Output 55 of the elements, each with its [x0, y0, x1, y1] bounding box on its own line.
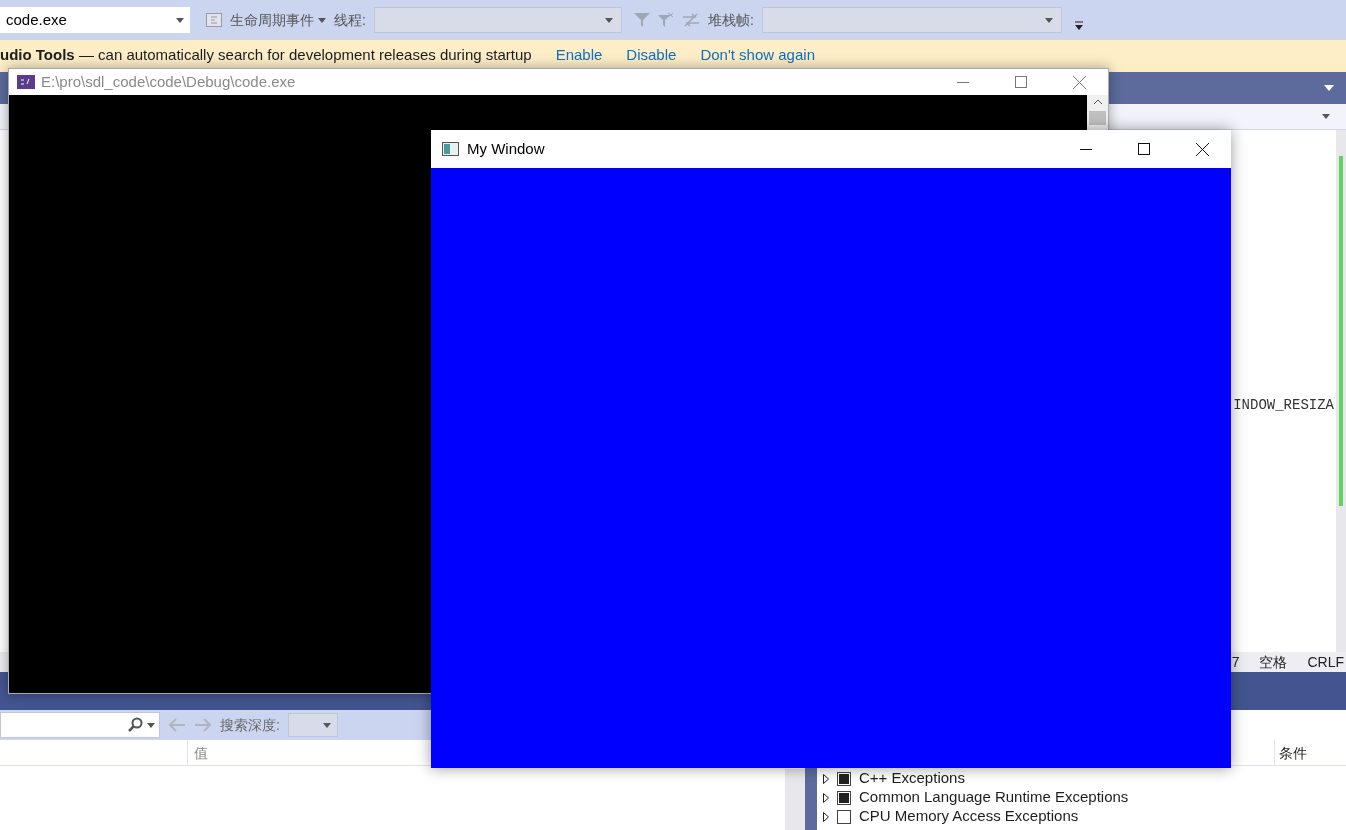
search-depth-dropdown[interactable] — [287, 713, 338, 737]
expand-arrow-icon[interactable] — [823, 811, 829, 822]
info-link[interactable]: Enable — [555, 44, 603, 67]
expand-arrow-icon[interactable] — [823, 773, 829, 784]
dropdown-caret-icon — [322, 722, 331, 728]
caret-icon — [318, 17, 326, 23]
search-field[interactable] — [0, 712, 160, 738]
forward-arrow-icon[interactable] — [194, 718, 212, 732]
expand-arrow-icon[interactable] — [823, 792, 829, 803]
column-header[interactable]: 值 — [188, 740, 214, 765]
tab-menu-caret-icon[interactable] — [1324, 85, 1334, 91]
checkbox[interactable] — [837, 809, 851, 824]
stack-frame-label: 堆栈帧: — [707, 10, 754, 30]
search-icon — [127, 717, 143, 733]
filter-icon[interactable] — [633, 12, 650, 28]
thread-dropdown[interactable] — [373, 7, 622, 33]
window-icon — [442, 142, 459, 156]
exception-label: Common Language Runtime Exceptions — [859, 787, 1129, 808]
column-header[interactable]: 条件 — [1274, 740, 1346, 765]
filter-remove-icon[interactable] — [657, 12, 674, 28]
panel-splitter[interactable] — [785, 769, 805, 830]
dropdown-caret-icon — [1322, 114, 1330, 119]
search-depth-label: 搜索深度: — [220, 715, 280, 735]
info-message: udio Tools — can automatically search for development releases during startup — [0, 45, 532, 65]
status-item: 7 — [1231, 652, 1240, 672]
overflow-icon[interactable] — [1073, 21, 1084, 31]
dropdown-caret-icon — [604, 17, 613, 23]
dropdown-caret-icon — [176, 17, 184, 23]
stack-frame-dropdown[interactable] — [761, 7, 1062, 33]
window-title: My Window — [467, 138, 545, 159]
thread-label: 线程: — [334, 10, 366, 30]
info-link[interactable]: Don't show again — [700, 44, 815, 67]
dropdown-caret-icon — [147, 722, 155, 728]
exception-label: CPU Memory Access Exceptions — [859, 806, 1079, 827]
vertical-scrollbar[interactable] — [1336, 130, 1346, 652]
status-item: CRLF — [1307, 652, 1344, 672]
maximize-icon — [1138, 143, 1150, 155]
code-line: INDOW_RESIZA — [1233, 396, 1334, 415]
close-icon — [1072, 75, 1086, 89]
window-title: E:\pro\sdl_code\code\Debug\code.exe — [41, 71, 296, 92]
lifecycle-events-button[interactable]: 生命周期事件 — [230, 9, 326, 31]
scrollbar-thumb[interactable] — [1089, 111, 1106, 125]
info-link[interactable]: Disable — [626, 44, 677, 67]
console-icon — [17, 75, 35, 89]
checkbox[interactable] — [837, 771, 851, 786]
dropdown-caret-icon — [1044, 17, 1053, 23]
status-item: 空格 — [1259, 652, 1288, 672]
process-dropdown[interactable]: code.exe — [0, 7, 190, 33]
close-icon — [1195, 142, 1209, 156]
exception-label: C++ Exceptions — [859, 768, 965, 789]
swap-icon[interactable] — [681, 13, 700, 27]
back-arrow-icon[interactable] — [168, 718, 186, 732]
maximize-icon — [1015, 76, 1027, 88]
lifecycle-icon — [206, 13, 222, 27]
checkbox[interactable] — [837, 790, 851, 805]
